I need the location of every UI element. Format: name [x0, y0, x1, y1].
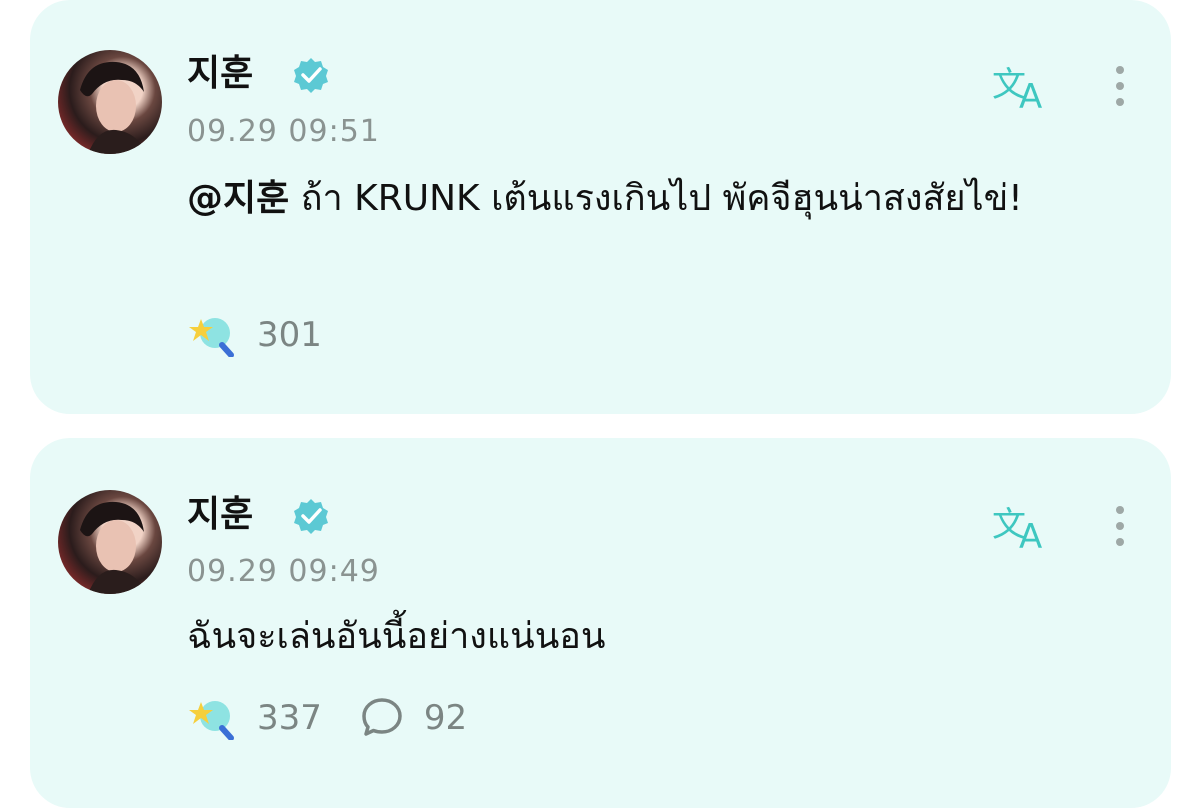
comment-count: 92	[423, 698, 468, 738]
star-lightstick-icon	[189, 701, 234, 740]
username[interactable]: 지훈	[187, 495, 253, 535]
post-stats: 301	[187, 313, 360, 357]
like-count: 301	[257, 315, 322, 355]
svg-text:A: A	[1019, 77, 1042, 112]
verified-badge-icon	[292, 56, 330, 94]
avatar[interactable]	[58, 490, 162, 594]
post-card[interactable]: 지훈 09.29 09:51 @지훈 ถ้า KRUNK เต้นแรงเกิน…	[30, 0, 1171, 414]
like-stat[interactable]: 301	[187, 313, 322, 357]
like-count: 337	[257, 698, 322, 738]
post-stats: 337 92	[187, 696, 505, 740]
username[interactable]: 지훈	[187, 54, 253, 94]
verified-badge-icon	[292, 497, 330, 535]
mention-link[interactable]: @지훈	[187, 178, 289, 219]
svg-text:A: A	[1019, 517, 1042, 552]
like-stat[interactable]: 337	[187, 696, 322, 740]
more-vertical-icon[interactable]	[1108, 502, 1132, 554]
more-vertical-icon[interactable]	[1108, 62, 1132, 114]
star-lightstick-icon	[189, 318, 234, 357]
post-text: @지훈 ถ้า KRUNK เต้นแรงเกินไป พัคจีฮุนน่าส…	[187, 170, 1087, 228]
post-timestamp: 09.29 09:51	[187, 114, 380, 149]
post-body: ฉันจะเล่นอันนี้อย่างแน่นอน	[187, 616, 606, 657]
translate-icon[interactable]: 文 A	[992, 60, 1054, 117]
post-timestamp: 09.29 09:49	[187, 554, 380, 589]
post-card[interactable]: 지훈 09.29 09:49 ฉันจะเล่นอันนี้อย่างแน่นอ…	[30, 438, 1171, 808]
post-body: ถ้า KRUNK เต้นแรงเกินไป พัคจีฮุนน่าสงสัย…	[289, 178, 1023, 219]
translate-icon[interactable]: 文 A	[992, 500, 1054, 557]
comment-bubble-icon	[362, 698, 402, 736]
comment-stat[interactable]: 92	[360, 696, 467, 740]
avatar[interactable]	[58, 50, 162, 154]
